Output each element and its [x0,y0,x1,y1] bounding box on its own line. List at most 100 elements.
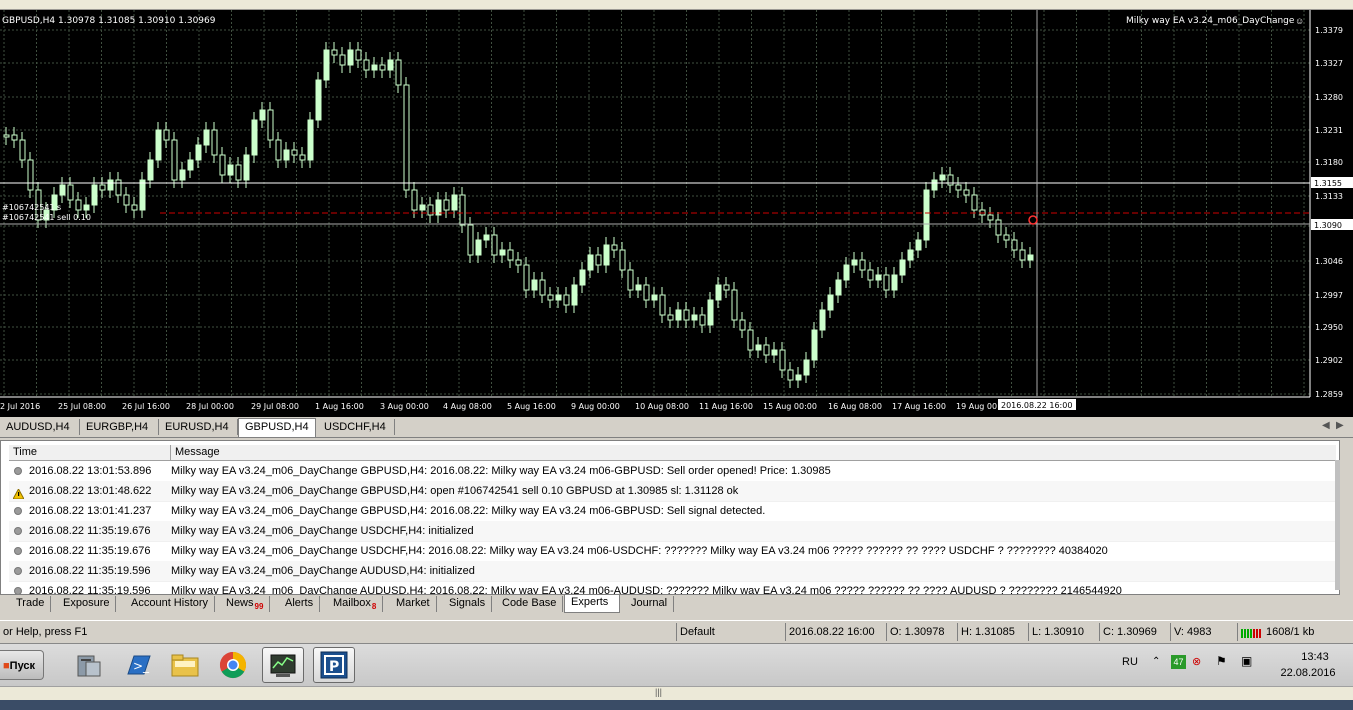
candle-body [587,254,594,271]
candle-body [699,314,706,326]
clock-time[interactable]: 13:43 [1285,651,1345,663]
candle-body [283,149,290,161]
action-center-flag-icon[interactable]: ⚑ [1216,654,1227,668]
tab-news[interactable]: News99 [220,596,271,612]
tab-label: Mailbox [333,597,371,609]
start-button[interactable]: ■Пуск [0,650,44,680]
symbol-tab-eurgbp[interactable]: EURGBP,H4 [80,419,159,435]
candle-body [27,159,34,191]
symbol-tab-eurusd[interactable]: EURUSD,H4 [159,419,238,435]
column-message[interactable]: Message [171,445,1336,460]
chart-canvas[interactable]: 1.3379 1.3327 1.3280 1.3231 1.3180 1.3133 1.30… [0,10,1353,417]
candle-body [419,204,426,211]
price-tick-label: 1.2902 [1315,356,1343,365]
start-label: Пуск [9,660,36,672]
svg-text:P: P [329,659,339,675]
candle-body [523,264,530,291]
network-icon[interactable]: ▣ [1241,654,1252,668]
tab-journal[interactable]: Journal [625,596,675,612]
candle-body [955,184,962,191]
tab-trade[interactable]: Trade [10,596,52,612]
symbol-tab-usdchf[interactable]: USDCHF,H4 [318,419,395,435]
terminal-app-icon[interactable] [262,647,304,683]
candle-body [819,309,826,331]
column-time[interactable]: Time [9,445,171,460]
log-row[interactable]: 2016.08.22 11:35:19.596 Milky way EA v3.2… [9,581,1336,594]
powershell-icon[interactable]: >_ [116,647,158,683]
language-indicator[interactable]: RU [1122,656,1138,668]
smiley-icon: ☺ [1295,16,1305,26]
candle-body [379,64,386,71]
file-explorer-icon[interactable] [164,647,206,683]
windows-taskbar: ■Пуск >_ P RU ⌃ 47 ⊗ ⚑ ▣ 13:43 22.08.201… [0,643,1353,686]
news-count-badge: 99 [254,602,264,611]
candle-body [1011,239,1018,251]
candle-body [779,349,786,371]
log-row[interactable]: 2016.08.22 11:35:19.676 Milky way EA v3.2… [9,541,1336,562]
crosshair-time-label: 2016.08.22 16:00 [1001,401,1072,410]
candle-body [195,144,202,161]
info-dot-icon [13,586,23,594]
metatrader-icon[interactable]: P [313,647,355,683]
chrome-icon[interactable] [212,647,254,683]
log-message: Milky way EA v3.24_m06_DayChange GBPUSD,… [171,465,831,477]
log-row[interactable]: 2016.08.22 13:01:48.622 Milky way EA v3.2… [9,481,1336,502]
price-tick-label: 1.3133 [1315,192,1343,201]
time-tick-label: 29 Jul 08:00 [251,402,299,411]
tab-alerts[interactable]: Alerts [279,596,321,612]
candle-body [67,184,74,201]
candle-body [691,314,698,321]
tab-experts[interactable]: Experts [564,595,620,613]
network-error-icon[interactable]: ⊗ [1192,655,1201,668]
candle-body [235,164,242,181]
tab-mailbox[interactable]: Mailbox8 [327,596,384,612]
tab-market[interactable]: Market [390,596,437,612]
candle-body [843,264,850,281]
status-high: H: 1.31085 [957,623,1027,641]
svg-text:>_: >_ [133,659,150,673]
log-time: 2016.08.22 11:35:19.676 [29,545,151,557]
tab-scroll-right-icon[interactable]: ▶ [1336,420,1344,431]
candle-body [971,194,978,211]
horizontal-scrollbar[interactable]: ||| [0,686,1353,701]
time-tick-label: 9 Aug 00:00 [571,402,620,411]
log-row[interactable]: 2016.08.22 13:01:53.896 Milky way EA v3.2… [9,461,1336,482]
tab-label: News [226,597,254,609]
price-chart[interactable]: 1.3379 1.3327 1.3280 1.3231 1.3180 1.3133 1.30… [0,10,1353,417]
log-row[interactable]: 2016.08.22 11:35:19.596 Milky way EA v3.2… [9,561,1336,582]
candle-body [931,179,938,191]
log-row[interactable]: 2016.08.22 13:01:41.237 Milky way EA v3.2… [9,501,1336,522]
symbol-tab-audusd[interactable]: AUDUSD,H4 [0,419,80,435]
tab-exposure[interactable]: Exposure [57,596,117,612]
candle-body [875,274,882,281]
status-traffic[interactable]: 1608/1 kb [1237,623,1353,641]
clock-date[interactable]: 22.08.2016 [1268,667,1348,679]
tab-signals[interactable]: Signals [443,596,493,612]
time-tick-label: 4 Aug 08:00 [443,402,492,411]
candle-body [731,289,738,321]
candle-body [115,179,122,196]
log-row[interactable]: 2016.08.22 11:35:19.676 Milky way EA v3.2… [9,521,1336,542]
candle-body [3,134,10,138]
symbol-tab-gbpusd[interactable]: GBPUSD,H4 [238,418,316,437]
toolbar-strip [0,0,1353,10]
status-bar: or Help, press F1 Default 2016.08.22 16:… [0,620,1353,643]
log-scrollbar[interactable] [1335,460,1340,590]
candle-body [211,129,218,156]
time-tick-label: 10 Aug 08:00 [635,402,689,411]
tab-code-base[interactable]: Code Base [496,596,564,612]
candle-body [995,219,1002,236]
candle-body [531,279,538,291]
tab-account-history[interactable]: Account History [125,596,216,612]
candle-body [787,369,794,381]
tray-app-badge[interactable]: 47 [1171,655,1186,669]
candle-body [907,249,914,261]
candle-body [299,154,306,161]
log-time: 2016.08.22 13:01:53.896 [29,465,152,477]
candle-body [475,239,482,256]
desktop-edge [0,700,1353,710]
tab-label: Signals [449,597,486,609]
show-hidden-icons-icon[interactable]: ⌃ [1152,656,1160,667]
tab-scroll-left-icon[interactable]: ◀ [1322,420,1330,431]
server-manager-icon[interactable] [68,647,110,683]
